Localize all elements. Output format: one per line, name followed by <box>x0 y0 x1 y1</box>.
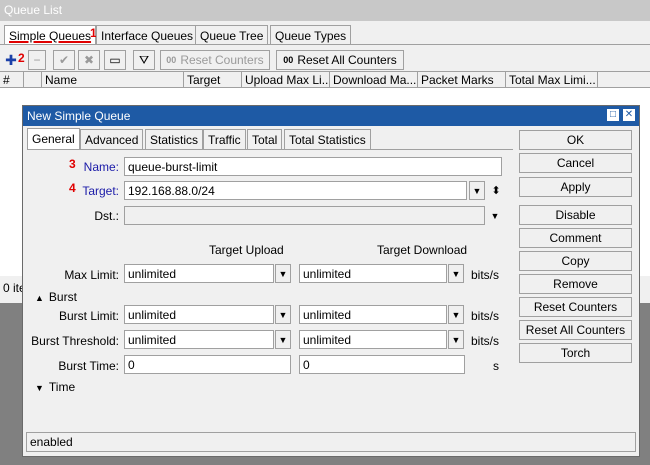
expand-icon: ▼ <box>35 383 44 393</box>
annotation-2: 2 <box>18 51 25 65</box>
tab-total[interactable]: Total <box>247 129 283 150</box>
new-simple-queue-dialog: New Simple Queue □ ✕ General Advanced St… <box>22 105 640 457</box>
burst-threshold-upload-input[interactable]: unlimited <box>124 330 274 349</box>
comment-button[interactable]: Comment <box>519 228 632 248</box>
burst-section-toggle[interactable]: ▲ Burst <box>35 290 77 304</box>
reset-all-counters-label: Reset All Counters <box>297 53 397 67</box>
dst-input[interactable] <box>124 206 485 225</box>
max-limit-download-dropdown-icon[interactable]: ▼ <box>448 264 464 283</box>
ok-button[interactable]: OK <box>519 130 632 150</box>
target-dropdown-icon[interactable]: ▼ <box>469 181 485 200</box>
remove-button[interactable]: Remove <box>519 274 632 294</box>
burst-threshold-download-dropdown-icon[interactable]: ▼ <box>448 330 464 349</box>
target-download-header: Target Download <box>377 243 468 257</box>
dialog-status: enabled <box>26 432 636 452</box>
counter-badge-icon: 00 <box>283 55 294 65</box>
burst-threshold-download-input[interactable]: unlimited <box>299 330 447 349</box>
time-section-toggle[interactable]: ▼ Time <box>35 380 75 394</box>
tab-divider <box>0 44 650 45</box>
tab-simple-queues[interactable]: Simple Queues <box>4 25 97 45</box>
tab-traffic[interactable]: Traffic <box>203 129 246 150</box>
tab-queue-types[interactable]: Queue Types <box>270 25 352 45</box>
comment-icon[interactable]: ▭ <box>104 50 126 70</box>
max-limit-download-input[interactable]: unlimited <box>299 264 447 283</box>
column-download-max-limit[interactable]: Download Ma... <box>330 72 418 87</box>
disable-x-icon[interactable]: ✖ <box>78 50 100 70</box>
column-packet-marks[interactable]: Packet Marks <box>418 72 506 87</box>
add-icon[interactable]: ✚ <box>4 50 18 70</box>
filter-icon[interactable]: ⛛ <box>133 50 155 70</box>
column-upload-max-limit[interactable]: Upload Max Li... <box>242 72 330 87</box>
column-number[interactable]: # <box>0 72 24 87</box>
collapse-icon: ▲ <box>35 293 44 303</box>
burst-time-unit: s <box>493 359 499 373</box>
column-target[interactable]: Target <box>184 72 242 87</box>
queue-list-title: Queue List <box>0 0 650 21</box>
burst-limit-download-input[interactable]: unlimited <box>299 305 447 324</box>
burst-limit-upload-input[interactable]: unlimited <box>124 305 274 324</box>
queue-table-header: # Name Target Upload Max Li... Download … <box>0 71 650 88</box>
torch-button[interactable]: Torch <box>519 343 632 363</box>
burst-limit-upload-dropdown-icon[interactable]: ▼ <box>275 305 291 324</box>
burst-limit-unit: bits/s <box>471 309 500 323</box>
max-limit-upload-input[interactable]: unlimited <box>124 264 274 283</box>
column-flag[interactable] <box>24 72 42 87</box>
burst-time-download-input[interactable]: 0 <box>299 355 465 374</box>
reset-counters-dialog-button[interactable]: Reset Counters <box>519 297 632 317</box>
burst-threshold-label: Burst Threshold: <box>31 334 119 348</box>
max-limit-upload-dropdown-icon[interactable]: ▼ <box>275 264 291 283</box>
burst-limit-label: Burst Limit: <box>58 309 119 323</box>
tab-advanced[interactable]: Advanced <box>80 129 144 150</box>
apply-button[interactable]: Apply <box>519 177 632 197</box>
reset-counters-label: Reset Counters <box>180 53 264 67</box>
queue-list-status: 0 items <box>3 281 24 295</box>
close-icon[interactable]: ✕ <box>623 109 635 121</box>
tab-statistics[interactable]: Statistics <box>145 129 204 150</box>
column-total-max-limit[interactable]: Total Max Limi... <box>506 72 598 87</box>
burst-threshold-unit: bits/s <box>471 334 500 348</box>
counter-badge-icon: 00 <box>166 55 177 65</box>
burst-limit-download-dropdown-icon[interactable]: ▼ <box>448 305 464 324</box>
target-updown-icon[interactable]: ⬍ <box>488 181 504 200</box>
cancel-button[interactable]: Cancel <box>519 153 632 173</box>
reset-counters-button[interactable]: 00 Reset Counters <box>160 50 270 70</box>
target-upload-header: Target Upload <box>209 243 284 257</box>
remove-icon[interactable]: − <box>28 50 46 70</box>
burst-time-upload-input[interactable]: 0 <box>124 355 291 374</box>
restore-icon[interactable]: □ <box>607 109 619 121</box>
time-section-label: Time <box>48 380 76 394</box>
burst-threshold-upload-dropdown-icon[interactable]: ▼ <box>275 330 291 349</box>
enable-check-icon[interactable]: ✔ <box>53 50 75 70</box>
dialog-title: New Simple Queue <box>23 106 639 126</box>
max-limit-label: Max Limit: <box>64 268 119 282</box>
reset-all-counters-button[interactable]: 00 Reset All Counters <box>276 50 404 70</box>
copy-button[interactable]: Copy <box>519 251 632 271</box>
reset-all-counters-dialog-button[interactable]: Reset All Counters <box>519 320 632 340</box>
disable-button[interactable]: Disable <box>519 205 632 225</box>
dst-dropdown-icon[interactable]: ▼ <box>487 206 503 225</box>
name-label: Name: <box>83 160 119 174</box>
tab-total-statistics[interactable]: Total Statistics <box>284 129 371 150</box>
max-limit-unit: bits/s <box>471 268 500 282</box>
target-input[interactable]: 192.168.88.0/24 <box>124 181 467 200</box>
column-name[interactable]: Name <box>42 72 184 87</box>
tab-queue-tree[interactable]: Queue Tree <box>195 25 269 45</box>
name-input[interactable]: queue-burst-limit <box>124 157 502 176</box>
tab-general[interactable]: General <box>27 128 80 150</box>
burst-section-label: Burst <box>48 290 77 304</box>
tab-interface-queues[interactable]: Interface Queues <box>96 25 199 45</box>
target-label: Target: <box>82 184 119 198</box>
dst-label: Dst.: <box>94 209 119 223</box>
burst-time-label: Burst Time: <box>58 359 119 373</box>
